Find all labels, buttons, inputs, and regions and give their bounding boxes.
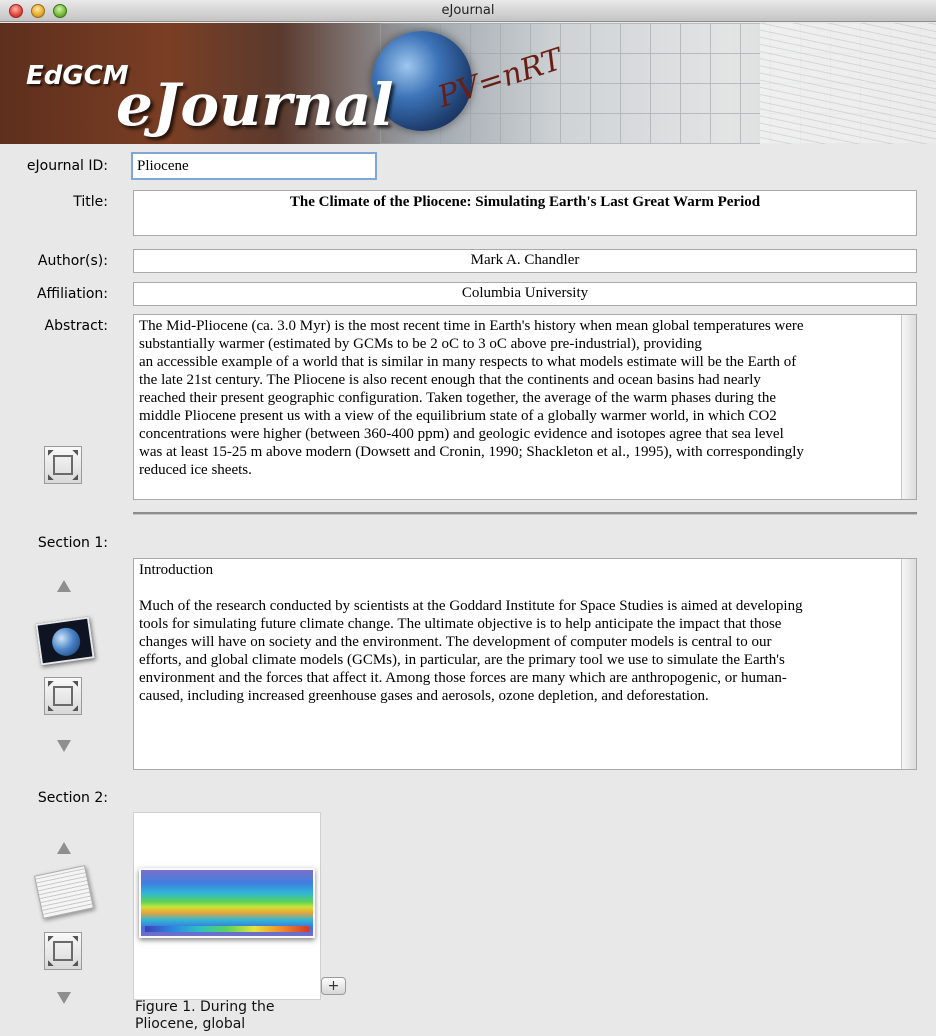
figure-caption[interactable]: Figure 1. During the Pliocene, global <box>135 999 335 1033</box>
abstract-line: reduced ice sheets. <box>139 462 252 478</box>
section-1-expand-icon[interactable] <box>44 677 82 715</box>
section-1-blank-line <box>139 579 896 597</box>
abstract-line: middle Pliocene present us with a view o… <box>139 408 777 424</box>
section-2-label: Section 2: <box>37 790 108 806</box>
title-bar[interactable]: eJournal <box>0 0 936 22</box>
figure-caption-line: Figure 1. During the <box>135 999 275 1015</box>
title-field[interactable]: The Climate of the Pliocene: Simulating … <box>133 190 917 236</box>
section-1-line: Much of the research conducted by scient… <box>139 598 803 614</box>
banner-papers-graphic <box>760 23 936 144</box>
ejournal-window: eJournal PV=nRT EdGCM eJournal eJournal … <box>0 0 936 1036</box>
abstract-line: an accessible example of a world that is… <box>139 354 797 370</box>
section-2-document-icon[interactable] <box>33 865 95 919</box>
section-1-line: environment and the forces that affect i… <box>139 670 787 686</box>
section-1-earth-image-icon[interactable] <box>35 616 95 666</box>
abstract-line: was at least 15-25 m above modern (Dowse… <box>139 444 804 460</box>
abstract-textarea[interactable]: The Mid-Pliocene (ca. 3.0 Myr) is the mo… <box>133 314 917 500</box>
add-figure-button[interactable]: + <box>321 977 346 995</box>
section-1-textarea[interactable]: Introduction Much of the research conduc… <box>133 558 917 770</box>
section-1-line: caused, including increased greenhouse g… <box>139 688 709 704</box>
section-2-expand-icon[interactable] <box>44 932 82 970</box>
affiliation-field[interactable]: Columbia University <box>133 282 917 306</box>
affiliation-label: Affiliation: <box>36 286 108 302</box>
section-1-label: Section 1: <box>37 535 108 551</box>
section-2-move-down-icon[interactable] <box>57 992 71 1004</box>
author-label: Author(s): <box>37 253 108 269</box>
section-divider <box>133 512 917 515</box>
figure-caption-line: Pliocene, global <box>135 1016 246 1032</box>
section-1-line: efforts, and global climate models (GCMs… <box>139 652 785 668</box>
window-title: eJournal <box>441 3 495 18</box>
section-1-heading: Introduction <box>139 562 214 578</box>
abstract-scrollbar[interactable] <box>901 315 916 499</box>
abstract-line: substantially warmer (estimated by GCMs … <box>139 336 702 352</box>
section-1-line: changes will have on society and the env… <box>139 634 772 650</box>
section-1-move-up-icon[interactable] <box>57 580 71 592</box>
ejournal-id-input[interactable]: Pliocene <box>131 152 377 180</box>
section-1-scrollbar[interactable] <box>901 559 916 769</box>
ejournal-id-label: eJournal ID: <box>26 158 108 174</box>
abstract-expand-icon[interactable] <box>44 446 82 484</box>
figure-temperature-map-image <box>139 868 315 938</box>
abstract-label: Abstract: <box>44 318 109 334</box>
abstract-line: reached their present geographic configu… <box>139 390 776 406</box>
brand-edgcm: EdGCM <box>26 61 129 91</box>
brand-ejournal: eJournal <box>116 71 394 139</box>
abstract-line: the late 21st century. The Pliocene is a… <box>139 372 761 388</box>
section-1-line: tools for simulating future climate chan… <box>139 616 782 632</box>
abstract-line: concentrations were higher (between 360-… <box>139 426 784 442</box>
section-1-move-down-icon[interactable] <box>57 740 71 752</box>
abstract-line: The Mid-Pliocene (ca. 3.0 Myr) is the mo… <box>139 318 804 334</box>
section-2-move-up-icon[interactable] <box>57 842 71 854</box>
ejournal-banner: PV=nRT EdGCM eJournal <box>0 23 936 144</box>
author-field[interactable]: Mark A. Chandler <box>133 249 917 273</box>
title-label: Title: <box>73 194 108 210</box>
